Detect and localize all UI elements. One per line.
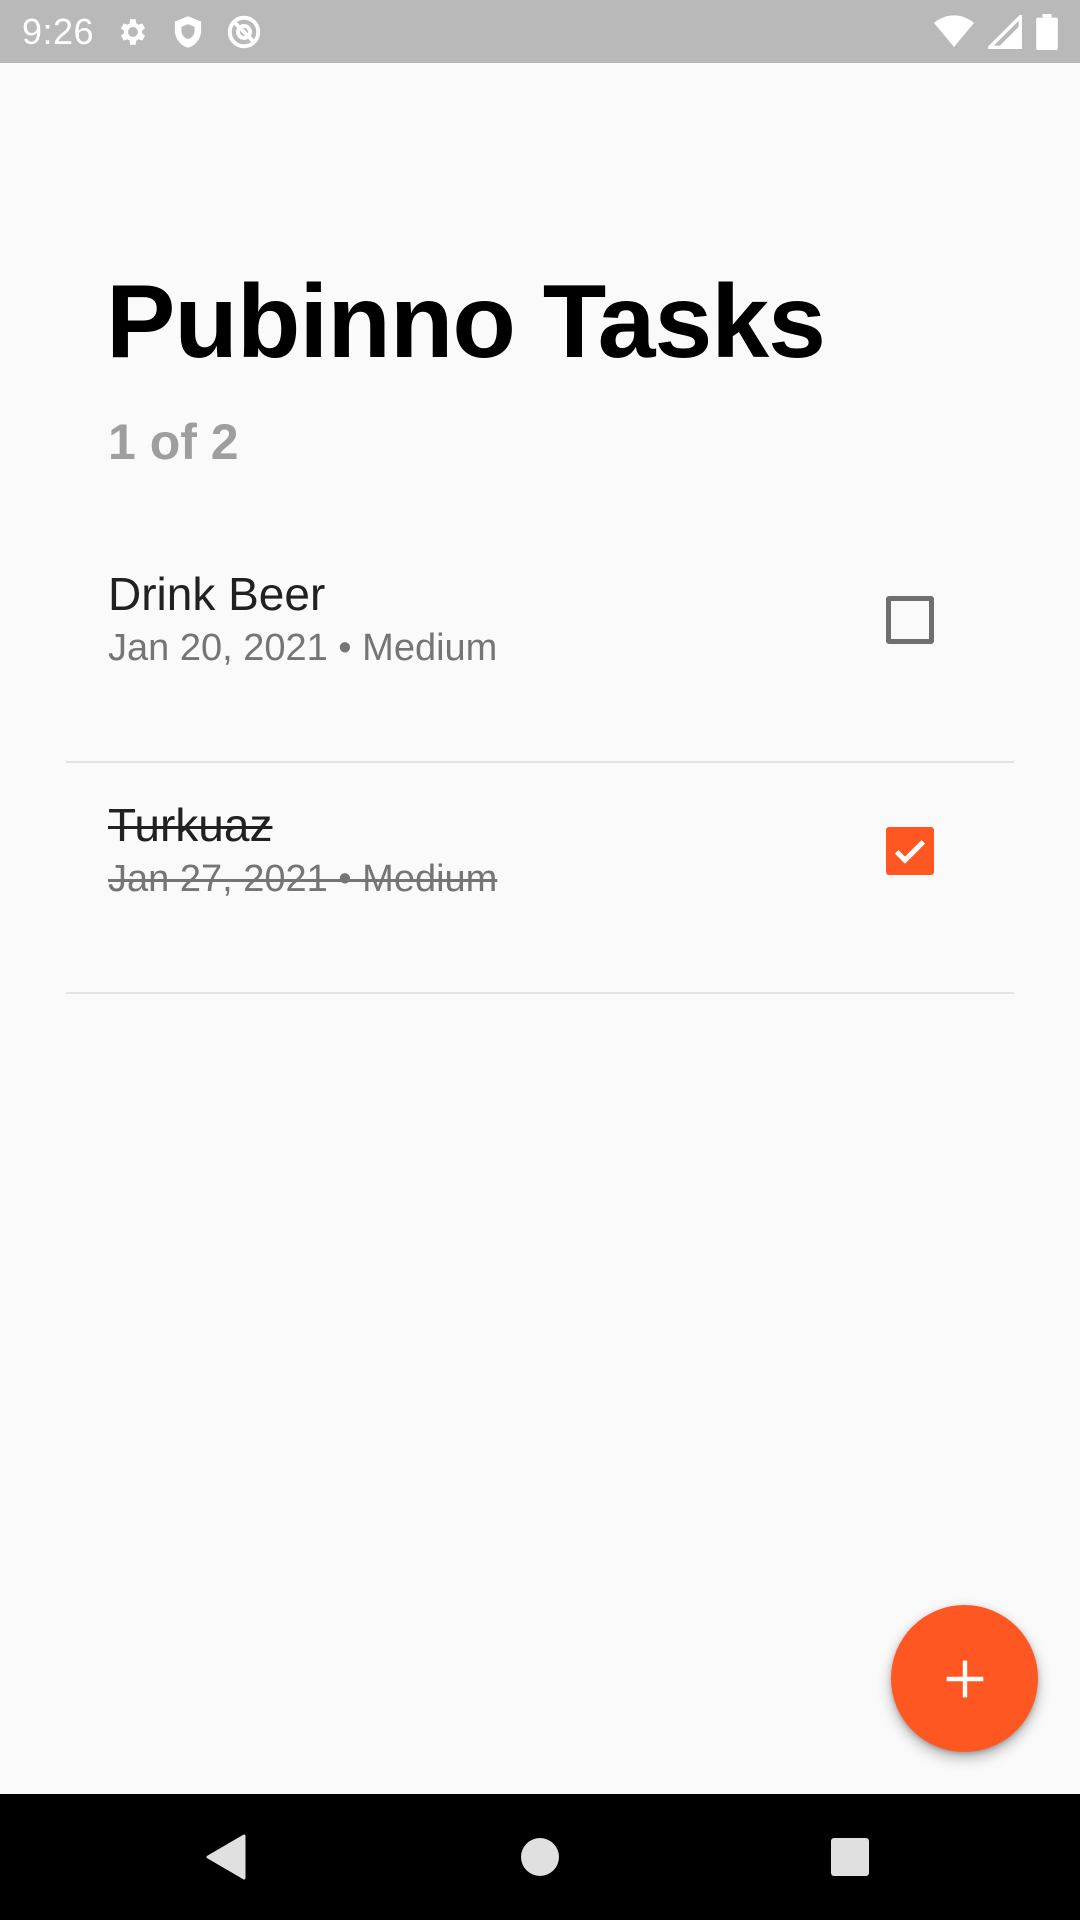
add-task-button[interactable] [891,1605,1038,1752]
task-checkbox[interactable] [886,827,934,875]
shield-icon [172,15,204,49]
task-title: Drink Beer [108,568,326,620]
recents-button[interactable] [815,1794,885,1920]
page-title: Pubinno Tasks [106,264,826,380]
task-count: 1 of 2 [108,414,239,470]
status-bar-right [934,13,1058,50]
task-checkbox[interactable] [886,596,934,644]
recents-square-icon [830,1837,870,1877]
wifi-icon [934,14,974,49]
status-bar: 9:26 [0,0,1080,63]
plus-icon [943,1657,987,1701]
task-meta: Jan 27, 2021 • Medium [108,858,498,900]
at-sign-icon [226,14,262,50]
home-circle-icon [520,1837,560,1877]
task-item[interactable]: Drink Beer Jan 20, 2021 • Medium [66,532,1014,763]
back-button[interactable] [190,1794,260,1920]
battery-icon [1036,13,1058,50]
task-list-screen: 9:26 Pubinno Tasks 1 of 2 Drink Beer Jan… [0,0,1080,1920]
home-button[interactable] [505,1794,575,1920]
gear-icon [116,15,150,49]
check-icon [890,831,930,871]
status-bar-left: 9:26 [22,11,262,53]
navigation-bar [0,1794,1080,1920]
task-item[interactable]: Turkuaz Jan 27, 2021 • Medium [66,763,1014,994]
status-time: 9:26 [22,10,95,52]
cell-signal-icon [988,14,1022,49]
task-list: Drink Beer Jan 20, 2021 • Medium Turkuaz… [66,532,1014,994]
task-meta: Jan 20, 2021 • Medium [108,627,498,669]
back-triangle-icon [204,1834,246,1880]
task-title: Turkuaz [108,799,273,851]
